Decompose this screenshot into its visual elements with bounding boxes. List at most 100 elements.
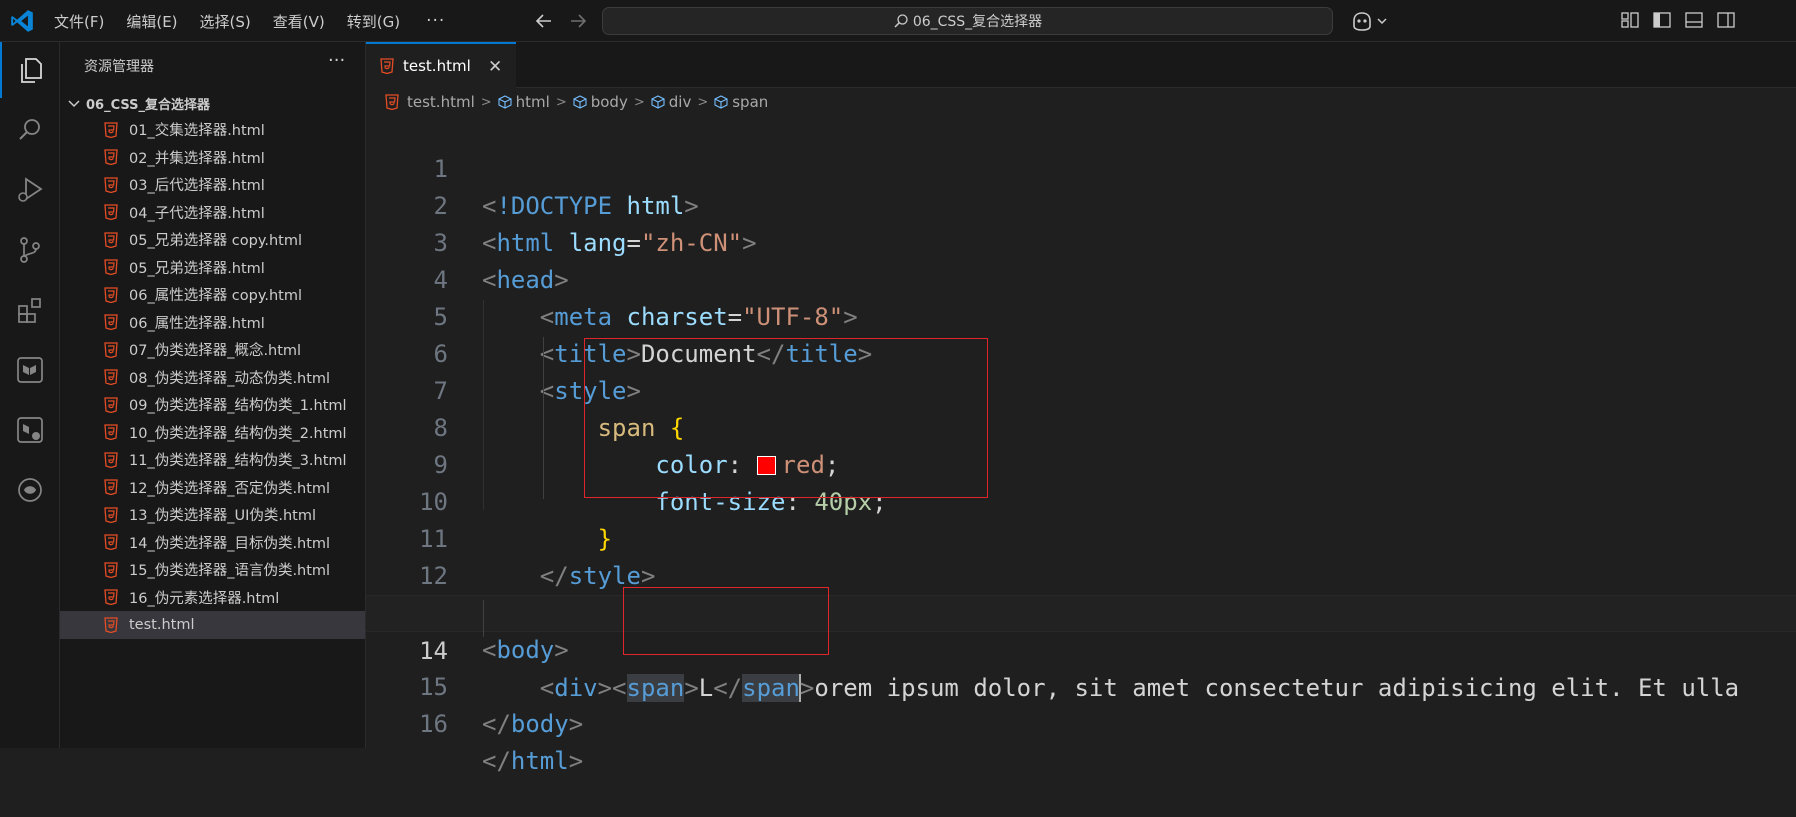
- code-editor[interactable]: 1 <!DOCTYPE html> 2 <html lang="zh-CN"> …: [366, 114, 1796, 775]
- html5-file-icon: [104, 149, 118, 166]
- html5-file-icon: [104, 452, 118, 468]
- code-line: 10 }: [366, 447, 1796, 553]
- file-name: 07_伪类选择器_概念.html: [129, 343, 302, 360]
- html5-file-icon: [104, 479, 118, 496]
- code-line: 3 <head>: [366, 188, 1796, 294]
- html5-file-icon: [104, 232, 118, 248]
- file-name: 15_伪类选择器_语言伪类.html: [129, 563, 331, 580]
- menu-file[interactable]: 文件(F): [54, 11, 104, 32]
- file-item[interactable]: 05_兄弟选择器.html: [60, 254, 365, 282]
- file-name: 16_伪元素选择器.html: [129, 590, 280, 607]
- activity-live-server[interactable]: [0, 462, 60, 518]
- menu-go[interactable]: 转到(G): [347, 11, 400, 32]
- activity-containers[interactable]: [0, 402, 60, 458]
- arrow-left-icon[interactable]: [532, 9, 556, 33]
- file-item[interactable]: 16_伪元素选择器.html: [60, 584, 365, 612]
- breadcrumb-file[interactable]: test.html: [407, 93, 475, 111]
- breadcrumb-body[interactable]: body: [591, 93, 628, 111]
- code-line: 8 color: red;: [366, 373, 1796, 479]
- file-name: 05_兄弟选择器.html: [129, 260, 265, 277]
- html5-file-icon: [104, 369, 118, 386]
- layout-controls: [1620, 10, 1748, 30]
- html5-file-icon: [104, 562, 118, 578]
- breadcrumb-html[interactable]: html: [516, 93, 550, 111]
- file-name: 09_伪类选择器_结构伪类_1.html: [129, 398, 347, 415]
- chevron-right-icon: >: [697, 94, 709, 110]
- menu-bar: 文件(F) 编辑(E) 选择(S) 查看(V) 转到(G) ···: [54, 0, 445, 42]
- code-line: 13 <body>: [366, 558, 1796, 664]
- chevron-right-icon: >: [480, 94, 492, 110]
- tab-close-button[interactable]: ✕: [488, 57, 502, 77]
- folder-root[interactable]: 06_CSS_复合选择器: [60, 90, 365, 116]
- activity-run-debug[interactable]: [0, 162, 60, 218]
- code-line: 15 </body>: [366, 632, 1796, 738]
- file-item[interactable]: 09_伪类选择器_结构伪类_1.html: [60, 391, 365, 419]
- breadcrumb-div[interactable]: div: [669, 93, 692, 111]
- toggle-panel-icon[interactable]: [1684, 10, 1704, 30]
- explorer-more-button[interactable]: ···: [328, 50, 345, 71]
- file-name: 04_子代选择器.html: [129, 205, 265, 222]
- tab-test-html[interactable]: test.html ✕: [366, 42, 516, 88]
- command-center-search[interactable]: 06_CSS_复合选择器: [602, 7, 1333, 35]
- code-line: 6 <style>: [366, 299, 1796, 405]
- file-item[interactable]: 02_并集选择器.html: [60, 144, 365, 172]
- menu-view[interactable]: 查看(V): [273, 11, 325, 32]
- html5-file-icon: [104, 342, 118, 358]
- arrow-right-icon[interactable]: [566, 9, 590, 33]
- extensions-icon: [18, 298, 41, 323]
- indent-guide: [483, 600, 484, 637]
- search-icon: [894, 14, 908, 28]
- code-line: 11 </style>: [366, 484, 1796, 590]
- file-item[interactable]: 03_后代选择器.html: [60, 171, 365, 199]
- activity-search[interactable]: [0, 102, 60, 158]
- file-item[interactable]: 01_交集选择器.html: [60, 116, 365, 144]
- file-name: 13_伪类选择器_UI伪类.html: [129, 508, 316, 525]
- file-item[interactable]: 04_子代选择器.html: [60, 199, 365, 227]
- html5-file-icon: [104, 122, 118, 138]
- activity-extensions[interactable]: [0, 282, 60, 338]
- file-item[interactable]: 11_伪类选择器_结构伪类_3.html: [60, 446, 365, 474]
- toggle-primary-sidebar-icon[interactable]: [1652, 10, 1672, 30]
- file-item[interactable]: 08_伪类选择器_动态伪类.html: [60, 364, 365, 392]
- file-name: 06_属性选择器 copy.html: [129, 288, 303, 305]
- menu-selection[interactable]: 选择(S): [200, 11, 251, 32]
- file-name: 12_伪类选择器_否定伪类.html: [129, 480, 331, 497]
- file-item[interactable]: 12_伪类选择器_否定伪类.html: [60, 474, 365, 502]
- file-item[interactable]: 05_兄弟选择器 copy.html: [60, 226, 365, 254]
- toggle-secondary-sidebar-icon[interactable]: [1716, 10, 1736, 30]
- file-item[interactable]: 10_伪类选择器_结构伪类_2.html: [60, 419, 365, 447]
- html5-file-icon: [104, 424, 118, 441]
- tab-label: test.html: [403, 57, 471, 75]
- editor-tab-bar: test.html ✕: [366, 42, 1796, 88]
- html5-file-icon: [104, 507, 118, 523]
- activity-remote-explorer[interactable]: [0, 342, 60, 398]
- file-name: 01_交集选择器.html: [129, 123, 265, 140]
- indent-guide: [483, 300, 484, 510]
- file-name: 05_兄弟选择器 copy.html: [129, 233, 303, 250]
- title-bar: 文件(F) 编辑(E) 选择(S) 查看(V) 转到(G) ··· 06_CSS…: [0, 0, 1796, 42]
- file-item[interactable]: 13_伪类选择器_UI伪类.html: [60, 501, 365, 529]
- terraform-icon: [17, 357, 43, 383]
- activity-explorer[interactable]: [0, 42, 60, 98]
- menu-edit[interactable]: 编辑(E): [126, 11, 177, 32]
- chevron-right-icon: >: [633, 94, 645, 110]
- file-name: 08_伪类选择器_动态伪类.html: [129, 370, 331, 387]
- code-line: 7 span {: [366, 336, 1796, 442]
- menu-more-button[interactable]: ···: [426, 11, 445, 31]
- source-control-icon: [20, 237, 40, 263]
- activity-source-control[interactable]: [0, 222, 60, 278]
- symbol-cube-icon: [714, 95, 728, 109]
- remote-icon: [18, 478, 42, 502]
- customize-layout-icon[interactable]: [1620, 10, 1640, 30]
- file-item[interactable]: 15_伪类选择器_语言伪类.html: [60, 556, 365, 584]
- file-item[interactable]: 06_属性选择器.html: [60, 309, 365, 337]
- breadcrumb-span[interactable]: span: [732, 93, 768, 111]
- copilot-icon[interactable]: [1350, 9, 1392, 33]
- file-item[interactable]: test.html: [60, 611, 365, 639]
- code-line: 1 <!DOCTYPE html>: [366, 114, 1796, 220]
- html5-file-icon: [104, 259, 118, 276]
- code-line-current: 14 <div><span>L</span>orem ipsum dolor, …: [366, 595, 1796, 702]
- file-item[interactable]: 06_属性选择器 copy.html: [60, 281, 365, 309]
- file-item[interactable]: 07_伪类选择器_概念.html: [60, 336, 365, 364]
- file-item[interactable]: 14_伪类选择器_目标伪类.html: [60, 529, 365, 557]
